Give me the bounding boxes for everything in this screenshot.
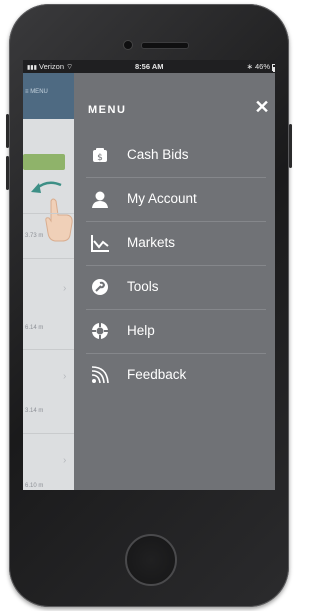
earpiece-speaker — [141, 42, 189, 49]
chevron-right-icon: › — [63, 455, 67, 466]
signal-icon: ▮▮▮ — [27, 65, 37, 71]
menu-item-tools[interactable]: Tools — [74, 265, 275, 309]
dollar-icon: $ — [93, 148, 107, 163]
phone-frame: ▮▮▮ Verizon ⌔ 8:56 AM ∗ 46% ≡ MENU 3.73 … — [6, 4, 292, 607]
underlay-divider — [23, 258, 74, 259]
power-button — [289, 124, 292, 168]
underlay-menu-label[interactable]: ≡ MENU — [25, 89, 48, 95]
underlying-app[interactable]: ≡ MENU 3.73 m › 6.14 m › 3.14 m › 6.10 m — [23, 73, 74, 490]
menu-item-label: Feedback — [127, 367, 187, 382]
swipe-arrow-icon — [31, 181, 62, 193]
chevron-right-icon: › — [63, 371, 67, 382]
home-button[interactable] — [125, 534, 177, 586]
menu-item-label: Tools — [127, 279, 159, 294]
bluetooth-icon: ∗ — [246, 62, 253, 71]
menu-item-label: Cash Bids — [127, 147, 189, 162]
underlay-distance: 6.10 m — [25, 483, 44, 489]
menu-item-markets[interactable]: Markets — [74, 221, 275, 265]
menu-item-cash-bids[interactable]: $ Cash Bids — [74, 133, 275, 177]
carrier-indicator: ▮▮▮ Verizon ⌔ — [27, 62, 73, 72]
volume-up-button — [6, 114, 9, 148]
battery-icon — [272, 64, 275, 72]
help-icon — [92, 323, 108, 339]
menu-item-my-account[interactable]: My Account — [74, 177, 275, 221]
wifi-feed-icon — [91, 366, 109, 384]
menu-item-feedback[interactable]: Feedback — [74, 353, 275, 397]
underlay-menu-text: MENU — [30, 89, 48, 95]
underlay-distance: 6.14 m — [25, 325, 44, 331]
chevron-right-icon: › — [63, 283, 67, 294]
front-camera — [123, 40, 133, 50]
chart-icon — [91, 235, 109, 252]
carrier-label: Verizon — [39, 62, 65, 71]
status-time: 8:56 AM — [135, 62, 164, 71]
svg-text:$: $ — [97, 153, 103, 163]
underlay-distance: 3.73 m — [25, 233, 44, 239]
underlay-divider — [23, 433, 74, 434]
wifi-icon: ⌔ — [66, 62, 74, 71]
menu-item-label: My Account — [127, 191, 197, 206]
battery-fill — [273, 67, 275, 72]
status-bar: ▮▮▮ Verizon ⌔ 8:56 AM ∗ 46% — [23, 60, 275, 73]
battery-indicator: ∗ 46% — [246, 62, 275, 72]
underlay-distance: 3.14 m — [25, 408, 44, 414]
underlay-divider — [23, 349, 74, 350]
menu-item-label: Help — [127, 323, 155, 338]
menu-item-help[interactable]: Help — [74, 309, 275, 353]
volume-down-button — [6, 156, 9, 190]
tools-icon — [92, 279, 108, 295]
close-button[interactable]: ✕ — [252, 97, 272, 117]
side-menu: MENU ✕ $ Cash Bids My Account Markets To… — [74, 73, 275, 490]
underlay-green-button[interactable] — [23, 154, 65, 170]
underlay-header: ≡ MENU — [23, 73, 74, 119]
menu-title: MENU — [88, 104, 127, 116]
pointing-hand-icon — [45, 198, 73, 242]
user-icon — [92, 191, 108, 208]
screen: ▮▮▮ Verizon ⌔ 8:56 AM ∗ 46% ≡ MENU 3.73 … — [23, 60, 275, 490]
menu-item-label: Markets — [127, 235, 176, 250]
hamburger-icon: ≡ — [25, 89, 29, 95]
underlay-divider — [23, 213, 74, 214]
battery-percent: 46% — [254, 62, 270, 71]
